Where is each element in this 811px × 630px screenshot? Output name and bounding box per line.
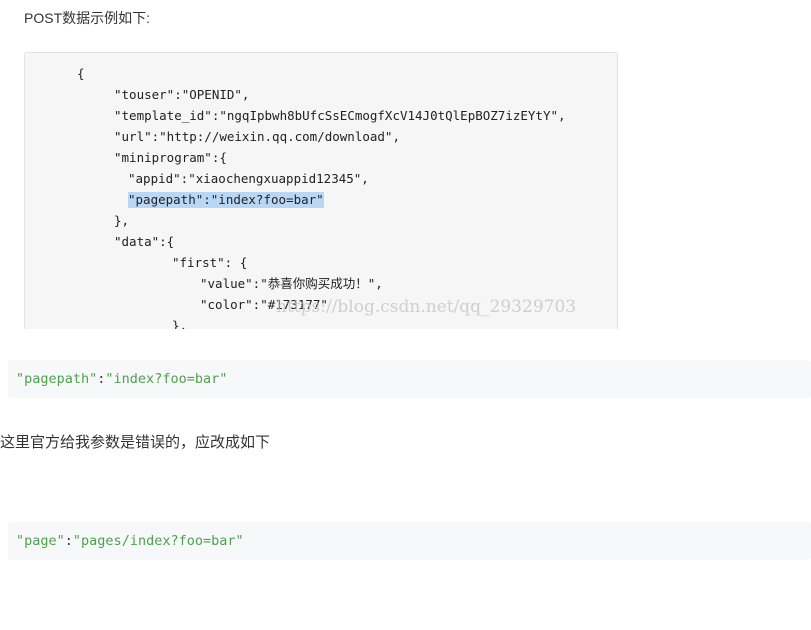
code-line: }, [172,318,188,329]
code-line: }, [114,213,130,228]
code-snippet-wrong[interactable]: "pagepath":"index?foo=bar" [8,360,811,398]
code-line: "value":"恭喜你购买成功！", [200,276,383,291]
code-screenshot: { "touser":"OPENID", "template_id":"ngqI… [24,52,618,329]
code-line: "template_id":"ngqIpbwh8bUfcSsECmogfXcV1… [114,108,566,123]
code-line: "url":"http://weixin.qq.com/download", [114,129,400,144]
intro-text: POST数据示例如下: [24,10,151,26]
code-key: "pagepath" [16,371,98,387]
code-line: "touser":"OPENID", [114,87,250,102]
code-line-highlighted[interactable]: "pagepath":"index?foo=bar" [128,192,324,208]
code-line: "data":{ [114,234,175,249]
code-value: "pages/index?foo=bar" [72,533,244,549]
code-line: "first": { [172,255,248,270]
code-line: "miniprogram":{ [114,150,227,165]
code-value: "index?foo=bar" [105,371,228,387]
code-line: "appid":"xiaochengxuappid12345", [128,171,369,186]
code-key: "page" [16,533,65,549]
code-line: { [77,66,85,81]
note-text: 这里官方给我参数是错误的，应改成如下 [0,434,271,451]
code-separator: : [64,533,73,549]
watermark-text: https://blog.csdn.net/qq_29329703 [276,297,577,317]
code-snippet-fixed[interactable]: "page":"pages/index?foo=bar" [8,522,811,560]
